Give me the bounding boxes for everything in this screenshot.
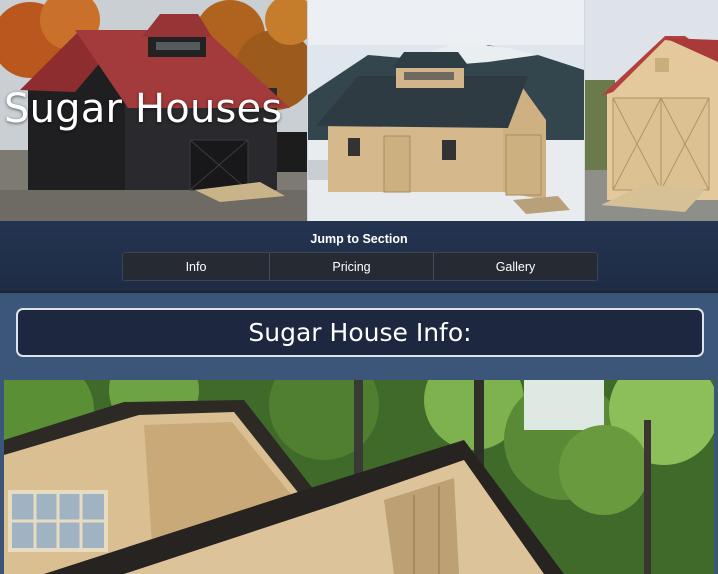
info-button[interactable]: Info (123, 253, 270, 280)
section-nav: Info Pricing Gallery (122, 252, 598, 281)
jump-to-section-bar: Jump to Section Info Pricing Gallery (0, 221, 718, 293)
sugar-house-closeup-photo (4, 380, 714, 574)
info-section: Sugar House Info: (0, 295, 718, 574)
pricing-button[interactable]: Pricing (270, 253, 434, 280)
page-title: Sugar Houses (4, 86, 283, 132)
jump-to-section-label: Jump to Section (310, 232, 408, 246)
gallery-button[interactable]: Gallery (434, 253, 597, 280)
hero-banner: Sugar Houses (0, 0, 718, 221)
natural-sugar-house-photo (585, 0, 718, 221)
mountain-sugar-house-photo (308, 0, 584, 221)
section-heading: Sugar House Info: (16, 308, 704, 357)
